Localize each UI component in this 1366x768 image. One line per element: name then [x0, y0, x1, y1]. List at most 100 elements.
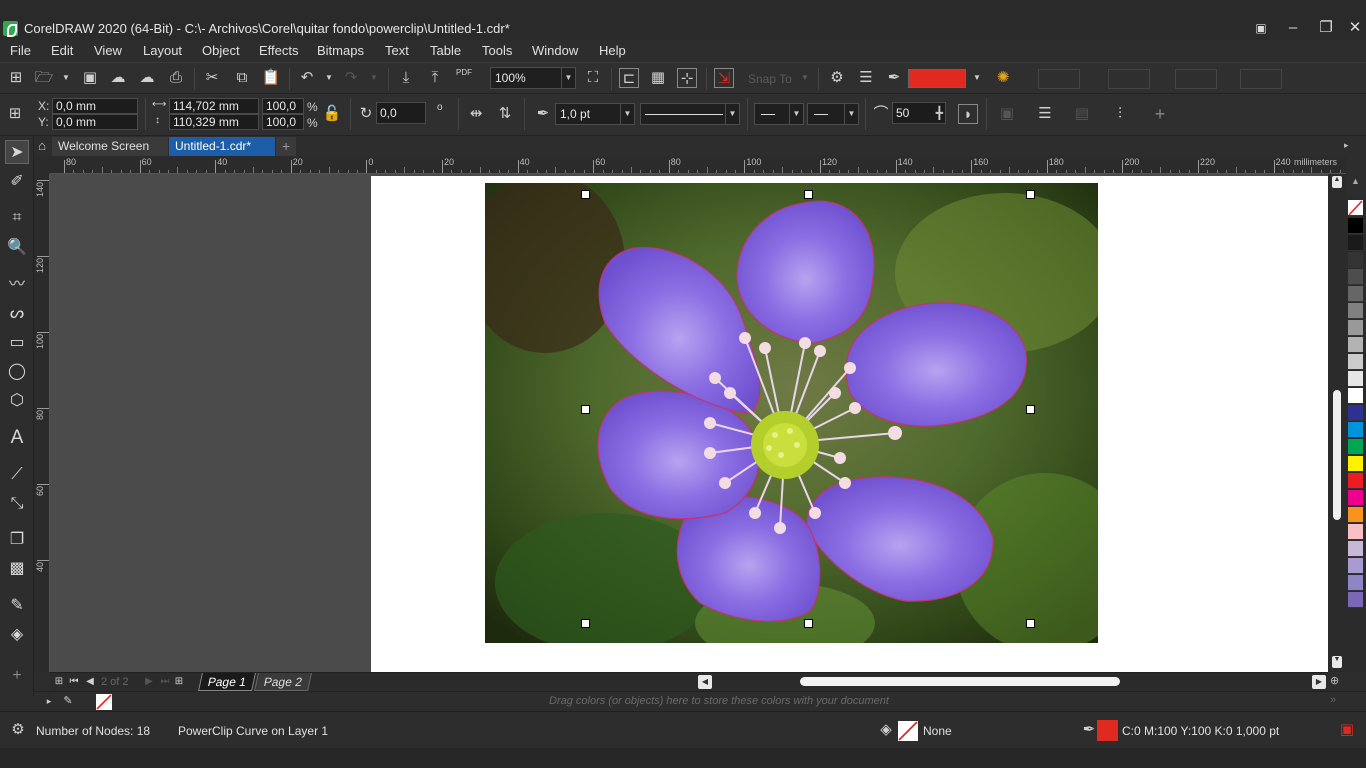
object-width-field[interactable]: 114,702 mm [169, 98, 259, 114]
menu-help[interactable]: Help [599, 43, 626, 58]
menu-window[interactable]: Window [532, 43, 578, 58]
undo-icon[interactable]: ↶ [297, 68, 317, 88]
fill-color-swatch[interactable] [908, 69, 966, 88]
shape-tool-icon[interactable]: ✐ [5, 170, 29, 194]
lock-ratio-icon[interactable]: 🔓 [322, 104, 342, 124]
rotation-angle-field[interactable]: 0,0 [376, 102, 426, 124]
parallel-dimension-tool-icon[interactable]: ⟋ [5, 463, 29, 487]
no-color-swatch[interactable] [1348, 200, 1363, 216]
palette-swatch[interactable] [1348, 354, 1363, 370]
menu-tools[interactable]: Tools [482, 43, 512, 58]
object-properties-icon[interactable]: ☰ [856, 68, 876, 88]
outline-pen-icon-2[interactable]: ✒ [533, 104, 553, 124]
minimize-button[interactable]: – [1278, 18, 1308, 38]
mirror-horizontal-icon[interactable]: ⇹ [466, 104, 486, 124]
fill-dropdown-icon[interactable]: ▼ [967, 68, 987, 88]
maximize-button[interactable]: ❐ [1311, 18, 1341, 38]
tab-scroll-right-icon[interactable]: ▸ [1344, 140, 1349, 151]
palette-swatch[interactable] [1348, 490, 1363, 506]
page-tab-2[interactable]: Page 2 [254, 673, 312, 691]
palette-swatch[interactable] [1348, 592, 1363, 608]
open-folder-icon[interactable]: 🗁 [34, 68, 54, 88]
menu-layout[interactable]: Layout [143, 43, 182, 58]
copy-icon[interactable]: ⧉ [232, 68, 252, 88]
open-dropdown-icon[interactable]: ▼ [56, 68, 76, 88]
paste-icon[interactable]: 📋 [261, 68, 281, 88]
cloud-download-icon[interactable]: ☁ [137, 68, 157, 88]
import-icon[interactable]: ⤓ [396, 68, 416, 88]
drawing-window[interactable] [50, 174, 1328, 672]
vertical-ruler[interactable]: 140 120 100 80 60 40 [34, 174, 50, 672]
palette-expand-icon[interactable]: ▸ [42, 692, 56, 711]
vertical-scroll-thumb[interactable] [1333, 390, 1341, 520]
menu-file[interactable]: File [10, 43, 31, 58]
full-screen-icon[interactable]: ⛶ [583, 68, 603, 88]
align-distribute-icon[interactable]: ⫶ [1110, 104, 1130, 124]
launch-app-icon[interactable]: ⇲ [714, 68, 734, 88]
scale-y-field[interactable]: 100,0 [262, 114, 304, 130]
palette-swatch[interactable] [1348, 405, 1363, 421]
palette-swatch[interactable] [1348, 473, 1363, 489]
text-tool-icon[interactable]: A [5, 426, 29, 450]
palette-swatch[interactable] [1348, 422, 1363, 438]
scroll-left-icon[interactable]: ◀ [698, 675, 712, 689]
add-property-button[interactable]: + [1150, 104, 1170, 124]
export-pdf-icon[interactable]: PDF [454, 68, 474, 88]
smoothing-icon[interactable]: ⌒ [871, 104, 891, 124]
mirror-vertical-icon[interactable]: ⇅ [495, 104, 515, 124]
line-style-select[interactable]: ▼ [640, 103, 740, 125]
outline-pen-icon[interactable]: ✒ [884, 68, 904, 88]
handle-middle-right[interactable] [1026, 405, 1035, 414]
freehand-tool-icon[interactable]: 〰 [5, 273, 29, 297]
menu-edit[interactable]: Edit [51, 43, 73, 58]
palette-swatch[interactable] [1348, 286, 1363, 302]
cut-icon[interactable]: ✂ [202, 68, 222, 88]
zoom-tool-icon[interactable]: 🔍 [5, 236, 29, 260]
export-icon[interactable]: ⤒ [425, 68, 445, 88]
handle-bottom-right[interactable] [1026, 619, 1035, 628]
palette-swatch[interactable] [1348, 303, 1363, 319]
scroll-up-icon[interactable]: ▲ [1332, 176, 1342, 188]
undo-dropdown-icon[interactable]: ▼ [319, 68, 339, 88]
save-icon[interactable]: ▣ [80, 68, 100, 88]
palette-swatch[interactable] [1348, 235, 1363, 251]
handle-top-right[interactable] [1026, 190, 1035, 199]
y-position-field[interactable]: 0,0 mm [52, 114, 138, 130]
drop-shadow-tool-icon[interactable]: ❐ [5, 528, 29, 552]
previous-page-icon[interactable]: ◀ [83, 673, 97, 691]
reference-point-icon[interactable]: ⊞ [5, 104, 25, 124]
scroll-down-icon[interactable]: ▼ [1332, 656, 1342, 668]
zoom-corner-icon[interactable]: ⊕ [1330, 674, 1344, 688]
tab-untitled-document[interactable]: Untitled-1.cdr* [169, 137, 275, 156]
transparency-tool-icon[interactable]: ▩ [5, 557, 29, 581]
start-arrowhead-select[interactable]: ▼ [754, 103, 804, 125]
add-tool-button-icon[interactable]: + [5, 664, 29, 688]
horizontal-scroll-thumb[interactable] [800, 677, 1120, 686]
guidelines-icon[interactable]: ⊹ [677, 68, 697, 88]
color-wheel-icon[interactable]: ✺ [993, 68, 1013, 88]
new-document-icon[interactable]: ⊞ [6, 68, 26, 88]
handle-top-left[interactable] [581, 190, 590, 199]
page-tab-1[interactable]: Page 1 [198, 673, 256, 691]
handle-bottom-left[interactable] [581, 619, 590, 628]
ellipse-tool-icon[interactable]: ◯ [5, 360, 29, 384]
palette-swatch[interactable] [1348, 507, 1363, 523]
palette-swatch[interactable] [1348, 575, 1363, 591]
eyedropper-icon[interactable]: ✎ [60, 692, 76, 711]
close-curve-icon[interactable]: ◗ [958, 104, 978, 124]
pick-tool-icon[interactable]: ➤ [5, 140, 29, 164]
eyedropper-tool-icon[interactable]: ✎ [5, 594, 29, 618]
rulers-toggle-icon[interactable]: ⊏ [619, 68, 639, 88]
menu-effects[interactable]: Effects [259, 43, 299, 58]
outline-width-select[interactable]: 1,0 pt ▼ [555, 103, 635, 125]
handle-bottom-center[interactable] [804, 619, 813, 628]
palette-swatch[interactable] [1348, 371, 1363, 387]
object-height-field[interactable]: 110,329 mm [169, 114, 259, 130]
scroll-right-icon[interactable]: ▶ [1312, 675, 1326, 689]
zoom-level-select[interactable]: 100% ▼ [490, 67, 576, 89]
palette-swatch[interactable] [1348, 269, 1363, 285]
horizontal-ruler[interactable]: 80 60 40 20 0 20 40 60 80 100 120 140 160 180 200 220 24… [50, 156, 1346, 174]
ruler-origin[interactable] [34, 156, 50, 174]
menu-bitmaps[interactable]: Bitmaps [317, 43, 364, 58]
rotate-icon[interactable]: ↻ [356, 104, 376, 124]
